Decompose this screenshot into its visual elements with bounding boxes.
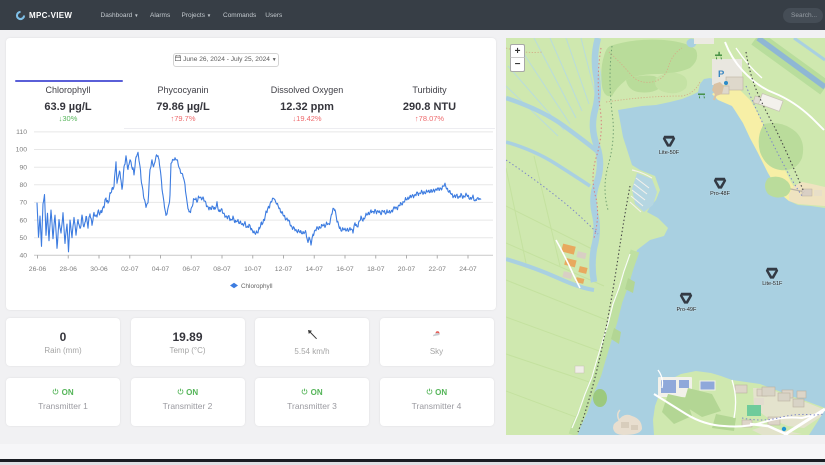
svg-text:18-07: 18-07 <box>367 266 385 273</box>
svg-text:40: 40 <box>19 253 27 260</box>
svg-text:60: 60 <box>19 217 27 224</box>
svg-text:30-06: 30-06 <box>90 266 108 273</box>
svg-text:10-07: 10-07 <box>244 266 262 273</box>
svg-text:110: 110 <box>16 129 27 136</box>
svg-text:12-07: 12-07 <box>275 266 293 273</box>
svg-text:28-06: 28-06 <box>60 266 78 273</box>
svg-text:90: 90 <box>19 164 27 171</box>
svg-text:06-07: 06-07 <box>183 266 201 273</box>
svg-text:22-07: 22-07 <box>429 266 447 273</box>
svg-text:70: 70 <box>19 200 27 207</box>
svg-text:80: 80 <box>19 182 27 189</box>
svg-text:100: 100 <box>16 147 28 154</box>
svg-text:50: 50 <box>19 235 27 242</box>
svg-text:24-07: 24-07 <box>459 266 477 273</box>
svg-text:16-07: 16-07 <box>336 266 354 273</box>
svg-text:08-07: 08-07 <box>213 266 231 273</box>
svg-text:14-07: 14-07 <box>306 266 324 273</box>
svg-text:20-07: 20-07 <box>398 266 416 273</box>
svg-text:02-07: 02-07 <box>121 266 139 273</box>
svg-text:04-07: 04-07 <box>152 266 170 273</box>
svg-text:P: P <box>718 69 725 80</box>
svg-text:Chlorophyll: Chlorophyll <box>241 283 273 290</box>
svg-text:26-06: 26-06 <box>29 266 47 273</box>
